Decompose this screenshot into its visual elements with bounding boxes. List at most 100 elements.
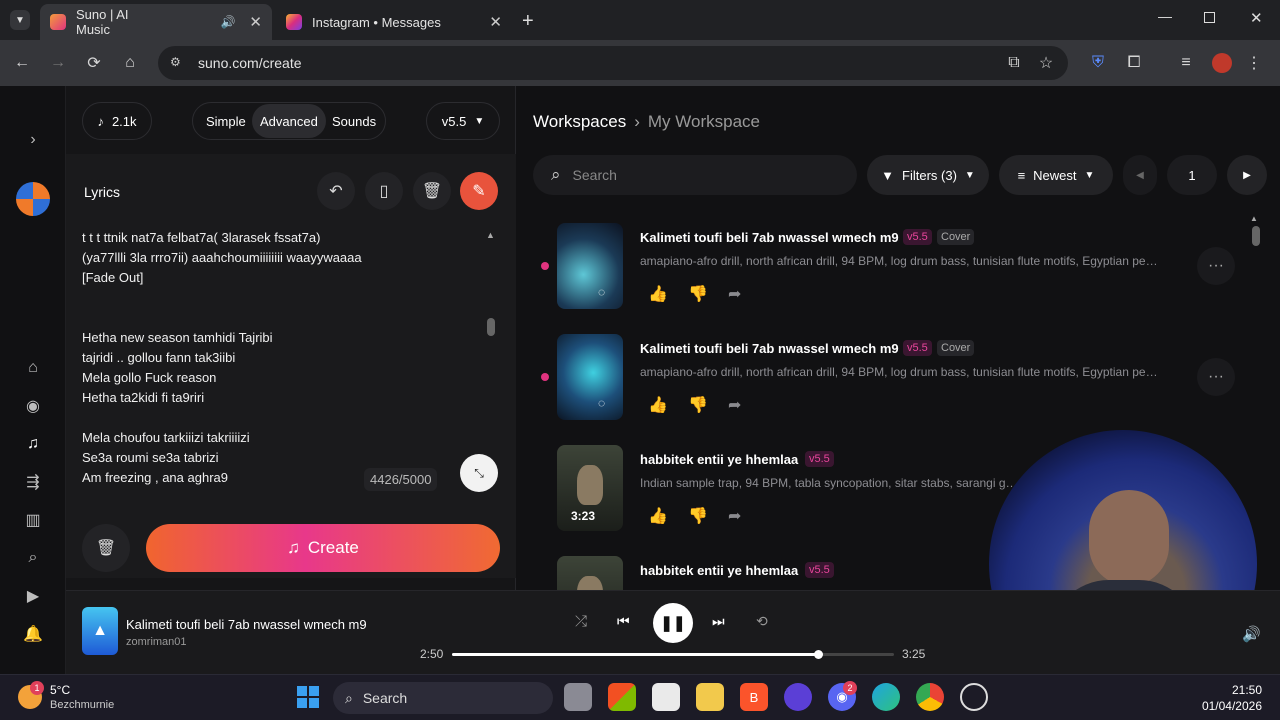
lyric-line[interactable]: Hetha new season tamhidi Tajribi bbox=[82, 330, 273, 345]
new-tab-button[interactable]: + bbox=[522, 10, 534, 33]
filters-button[interactable]: ▼ Filters (3) ▼ bbox=[867, 155, 989, 195]
address-bar[interactable]: ⚙ suno.com/create bbox=[158, 46, 1068, 80]
lyric-line[interactable]: Hetha ta2kidi fi ta9riri bbox=[82, 390, 204, 405]
page-number[interactable]: 1 bbox=[1167, 155, 1217, 195]
back-icon[interactable]: ← bbox=[10, 51, 34, 75]
lyric-line[interactable]: Mela gollo Fuck reason bbox=[82, 370, 216, 385]
save-lyrics-button[interactable]: ▯ bbox=[365, 172, 403, 210]
studio-icon[interactable]: ⇶ bbox=[23, 472, 43, 492]
task-view-icon[interactable] bbox=[564, 683, 592, 711]
widgets-icon[interactable] bbox=[608, 683, 636, 711]
mode-sounds[interactable]: Sounds bbox=[324, 104, 384, 138]
mode-simple[interactable]: Simple bbox=[198, 104, 254, 138]
workspace-scrollbar[interactable] bbox=[1252, 226, 1260, 246]
lyric-line[interactable]: [Fade Out] bbox=[82, 270, 143, 285]
tab-search-button[interactable]: ▼ bbox=[10, 10, 30, 30]
breadcrumb-workspaces[interactable]: Workspaces bbox=[533, 112, 626, 132]
song-thumbnail[interactable]: ◌ bbox=[557, 334, 623, 420]
hooks-icon[interactable]: ▶ bbox=[23, 586, 43, 606]
app-icon[interactable] bbox=[784, 683, 812, 711]
more-options-button[interactable]: ··· bbox=[1197, 358, 1235, 396]
taskbar-search[interactable]: ⌕ Search bbox=[333, 682, 553, 714]
maximize-button[interactable] bbox=[1204, 12, 1215, 23]
model-select[interactable]: v5.5 ▼ bbox=[426, 102, 500, 140]
site-info-icon[interactable]: ⚙ bbox=[170, 55, 181, 69]
progress-track[interactable] bbox=[452, 650, 894, 659]
pause-button[interactable]: ❚❚ bbox=[653, 603, 693, 643]
create-button[interactable]: ♫ Create bbox=[146, 524, 500, 572]
explore-icon[interactable]: ◉ bbox=[23, 396, 43, 416]
song-title[interactable]: Kalimeti toufi beli 7ab nwassel wmech m9 bbox=[640, 230, 899, 245]
lyric-line[interactable]: (ya77llli 3la rrro7ii) aaahchoumiiiiiiii… bbox=[82, 250, 362, 265]
close-icon[interactable]: ✕ bbox=[249, 13, 262, 31]
forward-icon[interactable]: → bbox=[46, 51, 70, 75]
clock-time[interactable]: 21:50 bbox=[1194, 683, 1262, 697]
share-icon[interactable]: ➦ bbox=[728, 284, 744, 303]
notifications-icon[interactable]: 🔔 bbox=[23, 624, 43, 644]
next-track-icon[interactable]: ⏭ bbox=[712, 613, 725, 630]
edge-icon[interactable] bbox=[872, 683, 900, 711]
collapse-editor-button[interactable]: ⤡ bbox=[460, 454, 498, 492]
song-thumbnail[interactable]: 3:23 bbox=[557, 445, 623, 531]
obs-icon[interactable] bbox=[960, 683, 988, 711]
brave-icon[interactable]: B bbox=[740, 683, 768, 711]
shuffle-icon[interactable]: ⤮ bbox=[575, 613, 587, 630]
credits-pill[interactable]: ♪ 2.1k bbox=[82, 102, 152, 140]
profile-avatar[interactable] bbox=[1210, 51, 1234, 75]
song-title[interactable]: Kalimeti toufi beli 7ab nwassel wmech m9 bbox=[640, 341, 899, 356]
home-icon[interactable]: ⌂ bbox=[23, 358, 43, 378]
song-row[interactable]: ◌ Kalimeti toufi beli 7ab nwassel wmech … bbox=[517, 327, 1280, 427]
suno-logo[interactable] bbox=[16, 182, 50, 216]
scroll-up-icon[interactable]: ▲ bbox=[1250, 214, 1258, 223]
lyric-line[interactable]: Am freezing , ana aghra9 bbox=[82, 470, 228, 485]
menu-icon[interactable]: ⋮ bbox=[1242, 51, 1266, 75]
file-explorer-icon[interactable] bbox=[696, 683, 724, 711]
close-window-button[interactable]: ✕ bbox=[1250, 9, 1263, 27]
clear-lyrics-button[interactable]: 🗑 bbox=[413, 172, 451, 210]
extensions-icon[interactable]: ⧠ bbox=[1122, 51, 1146, 75]
library-icon[interactable]: ▥ bbox=[23, 510, 43, 530]
install-app-icon[interactable]: ⧉ bbox=[1002, 51, 1026, 75]
like-icon[interactable]: 👍 bbox=[648, 506, 668, 525]
volume-icon[interactable]: 🔊 bbox=[1242, 625, 1261, 643]
share-icon[interactable]: ➦ bbox=[728, 395, 744, 414]
magic-wand-button[interactable]: ✎ bbox=[460, 172, 498, 210]
undo-button[interactable]: ↶ bbox=[317, 172, 355, 210]
tab-suno[interactable]: Suno | AI Music 🔊 ✕ bbox=[40, 4, 272, 40]
search-input[interactable]: ⌕ Search bbox=[533, 155, 857, 195]
song-thumbnail[interactable] bbox=[557, 556, 623, 590]
search-icon[interactable]: ⌕ bbox=[23, 548, 43, 568]
bookmark-star-icon[interactable]: ☆ bbox=[1034, 51, 1058, 75]
lyric-line[interactable]: Mela choufou tarkiiizi takriiiizi bbox=[82, 430, 250, 445]
now-playing-art[interactable]: ▲ bbox=[82, 607, 118, 655]
next-page-button[interactable]: ▶ bbox=[1227, 155, 1267, 195]
progress-handle[interactable] bbox=[814, 650, 824, 659]
create-icon[interactable]: ♫ bbox=[23, 434, 43, 454]
song-row[interactable]: ◌ Kalimeti toufi beli 7ab nwassel wmech … bbox=[517, 216, 1280, 316]
close-icon[interactable]: ✕ bbox=[489, 13, 502, 31]
sort-button[interactable]: ≡ Newest ▼ bbox=[999, 155, 1113, 195]
dislike-icon[interactable]: 👎 bbox=[688, 506, 708, 525]
bitwarden-icon[interactable]: ⛨ bbox=[1086, 51, 1110, 75]
like-icon[interactable]: 👍 bbox=[648, 284, 668, 303]
clock-date[interactable]: 01/04/2026 bbox=[1194, 699, 1262, 713]
prev-page-button[interactable]: ◀ bbox=[1123, 155, 1157, 195]
home-icon[interactable]: ⌂ bbox=[118, 51, 142, 75]
previous-track-icon[interactable]: ⏮ bbox=[617, 613, 630, 630]
minimize-button[interactable]: — bbox=[1158, 8, 1172, 24]
share-icon[interactable]: ➦ bbox=[728, 506, 744, 525]
now-playing-title[interactable]: Kalimeti toufi beli 7ab nwassel wmech m9 bbox=[126, 617, 367, 632]
expand-sidebar-icon[interactable]: › bbox=[23, 130, 43, 150]
chrome-icon[interactable] bbox=[916, 683, 944, 711]
now-playing-artist[interactable]: zomriman01 bbox=[126, 636, 187, 648]
like-icon[interactable]: 👍 bbox=[648, 395, 668, 414]
tab-instagram[interactable]: Instagram • Messages ✕ bbox=[276, 4, 512, 40]
lyric-line[interactable]: t t t ttnik nat7a felbat7a( 3larasek fss… bbox=[82, 230, 320, 245]
scroll-up-icon[interactable]: ▲ bbox=[486, 230, 495, 240]
store-icon[interactable] bbox=[652, 683, 680, 711]
more-options-button[interactable]: ··· bbox=[1197, 247, 1235, 285]
lyric-line[interactable]: tajridi .. gollou fann tak3iibi bbox=[82, 350, 235, 365]
dislike-icon[interactable]: 👎 bbox=[688, 395, 708, 414]
mode-advanced[interactable]: Advanced bbox=[252, 104, 326, 138]
reload-icon[interactable]: ⟳ bbox=[82, 51, 106, 75]
